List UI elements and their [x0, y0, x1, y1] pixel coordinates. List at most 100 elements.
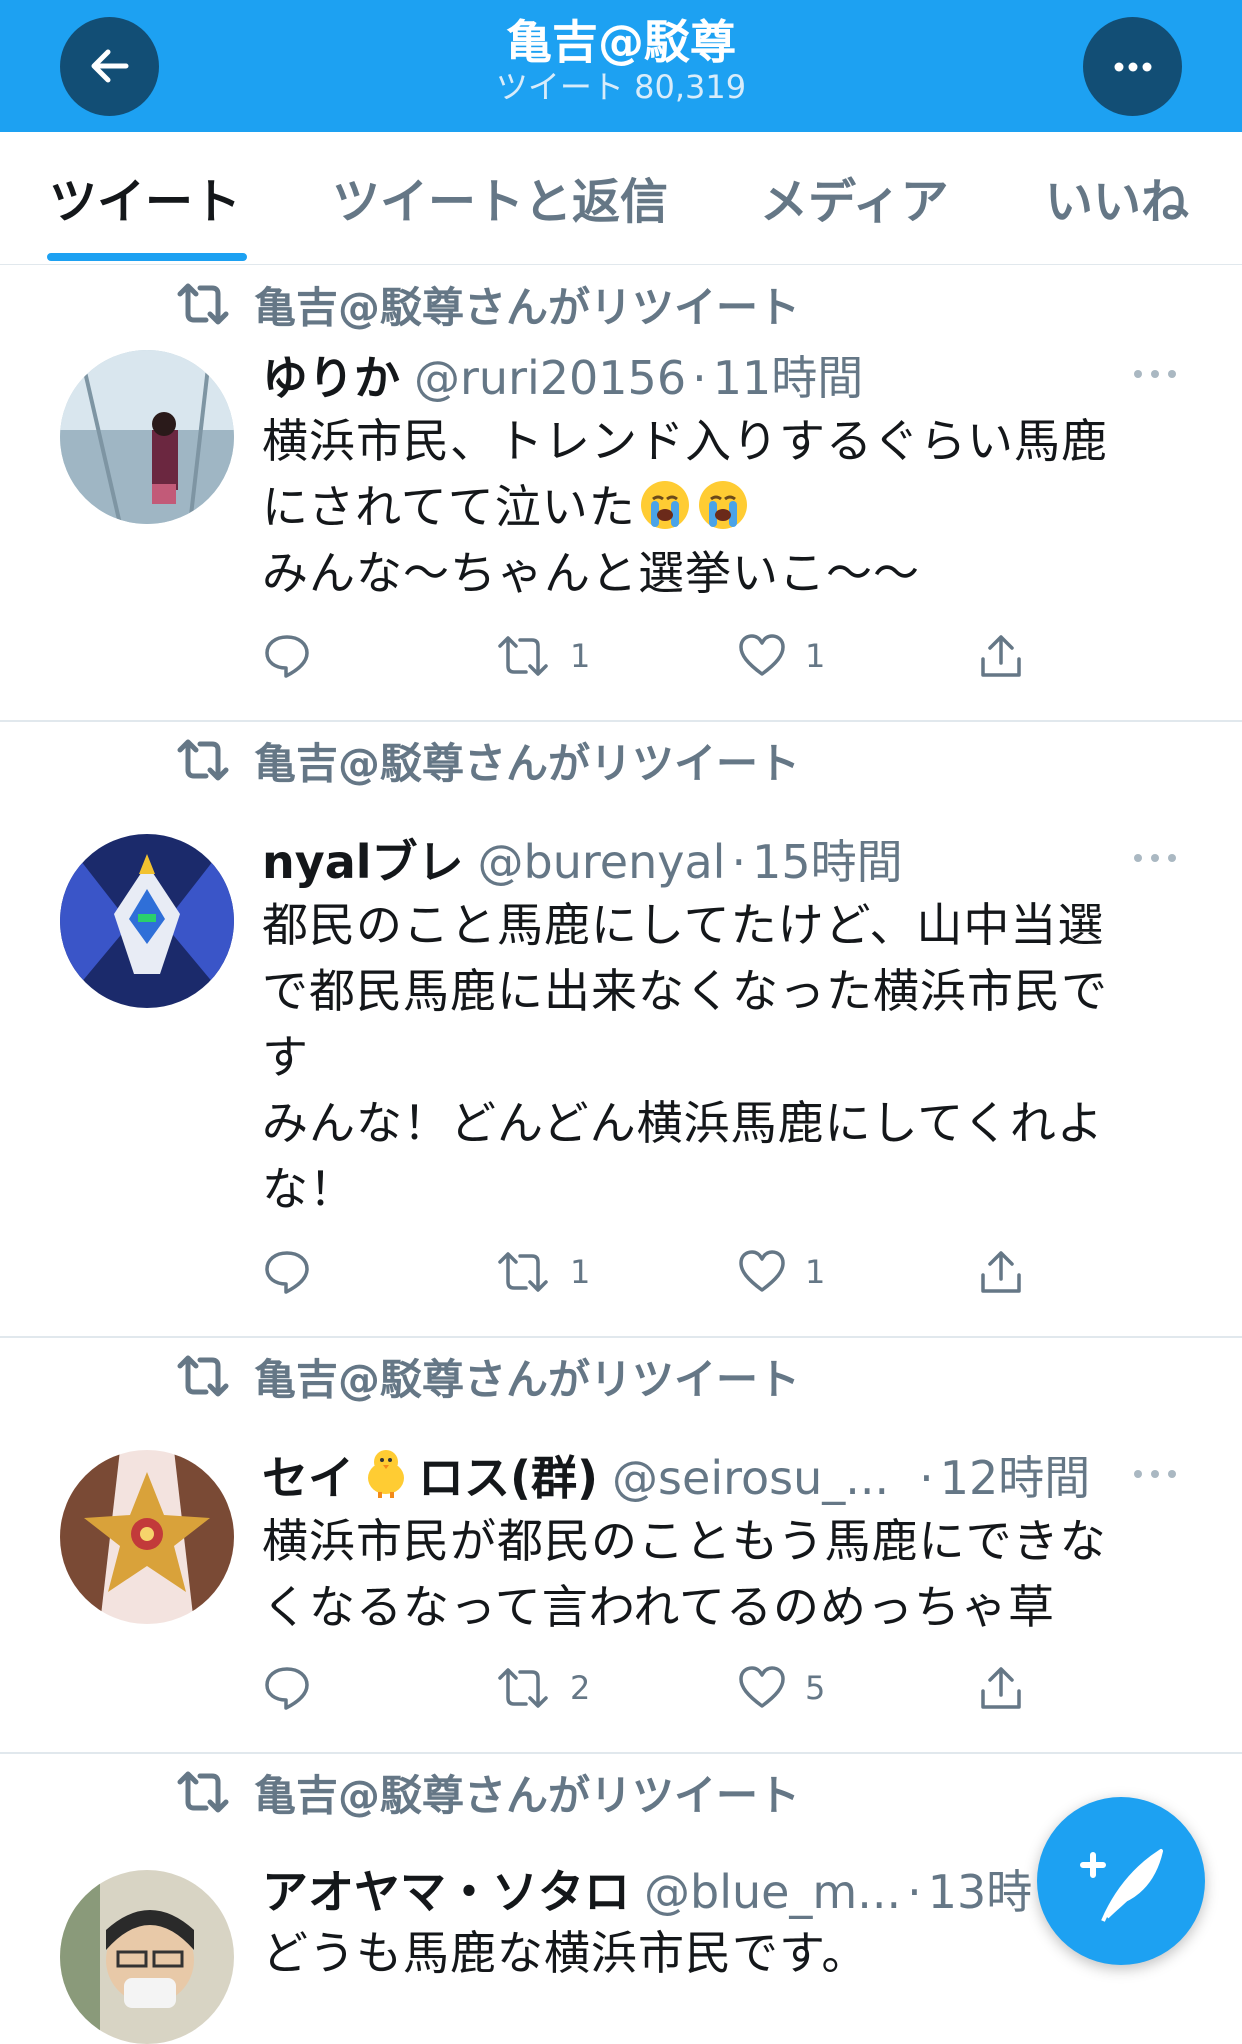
retweet-button[interactable]: 1	[494, 626, 590, 686]
tweet-actions: 2 5	[262, 1658, 1062, 1718]
tweet-text-line: な！	[262, 1162, 356, 1216]
retweet-label: 亀吉@駁尊さんがリツイート	[254, 738, 801, 788]
more-icon	[1114, 62, 1152, 72]
heart-icon	[739, 1666, 785, 1708]
tab-likes[interactable]: いいね	[1045, 162, 1189, 232]
retweet-icon	[498, 1252, 548, 1292]
tweet-time: 13時	[927, 1865, 1033, 1919]
like-button[interactable]: 1	[737, 1242, 825, 1302]
retweet-count: 1	[570, 1253, 591, 1291]
separator-dot: ·	[907, 1865, 922, 1919]
share-button[interactable]	[976, 1242, 1026, 1302]
retweet-count: 2	[570, 1669, 591, 1707]
tweet-time: 15時間	[752, 835, 903, 889]
avatar[interactable]	[60, 1870, 234, 2044]
reply-icon	[265, 635, 309, 678]
reply-button[interactable]	[262, 626, 312, 686]
share-icon	[981, 635, 1021, 677]
tweet-text: 横浜市民が都民のこともう馬鹿にできな くなるなって言われてるのめっちゃ草	[262, 1508, 1192, 1640]
reply-button[interactable]	[262, 1242, 312, 1302]
user-name[interactable]: アオヤマ・ソタロ	[262, 1856, 630, 1922]
avatar[interactable]	[60, 1450, 234, 1624]
separator-dot: ·	[692, 351, 707, 405]
retweet-indicator: 亀吉@駁尊さんがリツイート	[174, 732, 800, 788]
heart-icon	[739, 634, 785, 676]
share-button[interactable]	[976, 626, 1026, 686]
like-count: 1	[805, 637, 826, 675]
tweet-meta: セイ ロス(群) @seirosu_... · 12時間	[262, 1442, 1090, 1505]
active-tab-indicator	[47, 253, 247, 261]
retweet-icon	[498, 1668, 548, 1708]
retweet-button[interactable]: 2	[494, 1658, 590, 1718]
tweet-text: 横浜市民、トレンド入りするぐらい馬鹿 にされてて泣いた みんな〜ちゃんと選挙いこ…	[262, 408, 1192, 606]
loudly-crying-face-icon	[640, 481, 689, 529]
tweet-meta: アオヤマ・ソタロ @blue_m... · 13時	[262, 1856, 1032, 1919]
user-handle[interactable]: @ruri20156	[414, 351, 686, 405]
retweet-count: 1	[570, 637, 591, 675]
tweet-item[interactable]: 亀吉@駁尊さんがリツイート nyalブレ @burenyal · 15時間 都民…	[0, 722, 1242, 1338]
avatar[interactable]	[60, 350, 234, 524]
tweet-more-icon[interactable]	[1130, 364, 1180, 384]
tab-media[interactable]: メディア	[760, 162, 949, 232]
tweet-more-icon[interactable]	[1130, 848, 1180, 868]
tweet-text-line: くなるなって言われてるのめっちゃ草	[262, 1580, 1056, 1634]
reply-icon	[265, 1667, 309, 1710]
tweet-text-line-with-emoji: にされてて泣いた	[262, 474, 1192, 540]
tweet-text-line: 横浜市民が都民のこともう馬鹿にできな	[262, 1514, 1107, 1568]
tweet-text-line: 都民のこと馬鹿にしてたけど、山中当選	[262, 898, 1105, 952]
user-name-part[interactable]: ロス(群)	[418, 1442, 598, 1508]
share-icon	[981, 1667, 1021, 1709]
compose-tweet-button[interactable]	[1037, 1797, 1205, 1965]
more-button[interactable]	[1083, 17, 1182, 116]
share-icon	[981, 1251, 1021, 1293]
tweet-item[interactable]: 亀吉@駁尊さんがリツイート ゆりか @ruri20156 · 11時間 横浜市民…	[0, 266, 1242, 722]
header-tweet-count: ツイート 80,319	[495, 68, 747, 106]
tweet-meta: nyalブレ @burenyal · 15時間	[262, 826, 903, 889]
loudly-crying-face-icon	[698, 481, 747, 529]
like-count: 1	[805, 1253, 826, 1291]
retweet-label: 亀吉@駁尊さんがリツイート	[254, 282, 801, 332]
retweet-button[interactable]: 1	[494, 1242, 590, 1302]
separator-dot: ·	[731, 835, 747, 889]
profile-tabs: ツイート ツイートと返信 メディア いいね	[0, 132, 1242, 265]
like-count: 5	[805, 1669, 826, 1707]
avatar[interactable]	[60, 834, 234, 1008]
tweet-text: 都民のこと馬鹿にしてたけど、山中当選 で都民馬鹿に出来なくなった横浜市民で す …	[262, 892, 1192, 1222]
reply-button[interactable]	[262, 1658, 312, 1718]
like-button[interactable]: 1	[737, 626, 825, 686]
tweet-text-line: で都民馬鹿に出来なくなった横浜市民で	[262, 964, 1108, 1018]
retweet-icon	[177, 1355, 229, 1397]
tab-tweets-and-replies[interactable]: ツイートと返信	[332, 162, 668, 232]
retweet-indicator: 亀吉@駁尊さんがリツイート	[174, 276, 800, 332]
tweet-actions: 1 1	[262, 1242, 1062, 1302]
heart-icon	[739, 1250, 785, 1292]
user-handle[interactable]: @seirosu_...	[612, 1451, 889, 1505]
tweet-text-line: みんな！どんどん横浜馬鹿にしてくれよ	[262, 1096, 1104, 1150]
retweet-label: 亀吉@駁尊さんがリツイート	[254, 1354, 801, 1404]
user-name[interactable]: nyalブレ	[262, 826, 464, 892]
user-handle[interactable]: @blue_m...	[644, 1865, 901, 1919]
user-handle[interactable]: @burenyal	[478, 835, 726, 889]
user-name[interactable]: ゆりか	[262, 342, 400, 408]
tweet-text-line: す	[262, 1030, 309, 1084]
tweet-text-line: にされてて泣いた	[262, 480, 636, 534]
retweet-icon	[177, 1771, 229, 1813]
share-button[interactable]	[976, 1658, 1026, 1718]
user-name-part[interactable]: セイ	[262, 1442, 354, 1508]
like-button[interactable]: 5	[737, 1658, 825, 1718]
tweet-meta: ゆりか @ruri20156 · 11時間	[262, 342, 863, 405]
baby-chick-icon	[368, 1450, 404, 1498]
tweet-item[interactable]: 亀吉@駁尊さんがリツイート セイ ロス(群) @seirosu_... · 12…	[0, 1338, 1242, 1754]
tweet-actions: 1 1	[262, 626, 1062, 686]
retweet-indicator: 亀吉@駁尊さんがリツイート	[174, 1764, 800, 1820]
reply-icon	[265, 1251, 309, 1294]
retweet-label: 亀吉@駁尊さんがリツイート	[254, 1770, 801, 1820]
retweet-indicator: 亀吉@駁尊さんがリツイート	[174, 1348, 800, 1404]
tab-tweets[interactable]: ツイート	[49, 162, 241, 232]
compose-tweet-icon	[1080, 1849, 1163, 1922]
tweet-more-icon[interactable]	[1130, 1464, 1180, 1484]
profile-header: 亀吉@駁尊 ツイート 80,319	[0, 0, 1242, 132]
tweet-text-line: みんな〜ちゃんと選挙いこ〜〜	[262, 546, 920, 600]
retweet-icon	[177, 739, 229, 781]
tweet-text-line: 横浜市民、トレンド入りするぐらい馬鹿	[262, 414, 1108, 468]
